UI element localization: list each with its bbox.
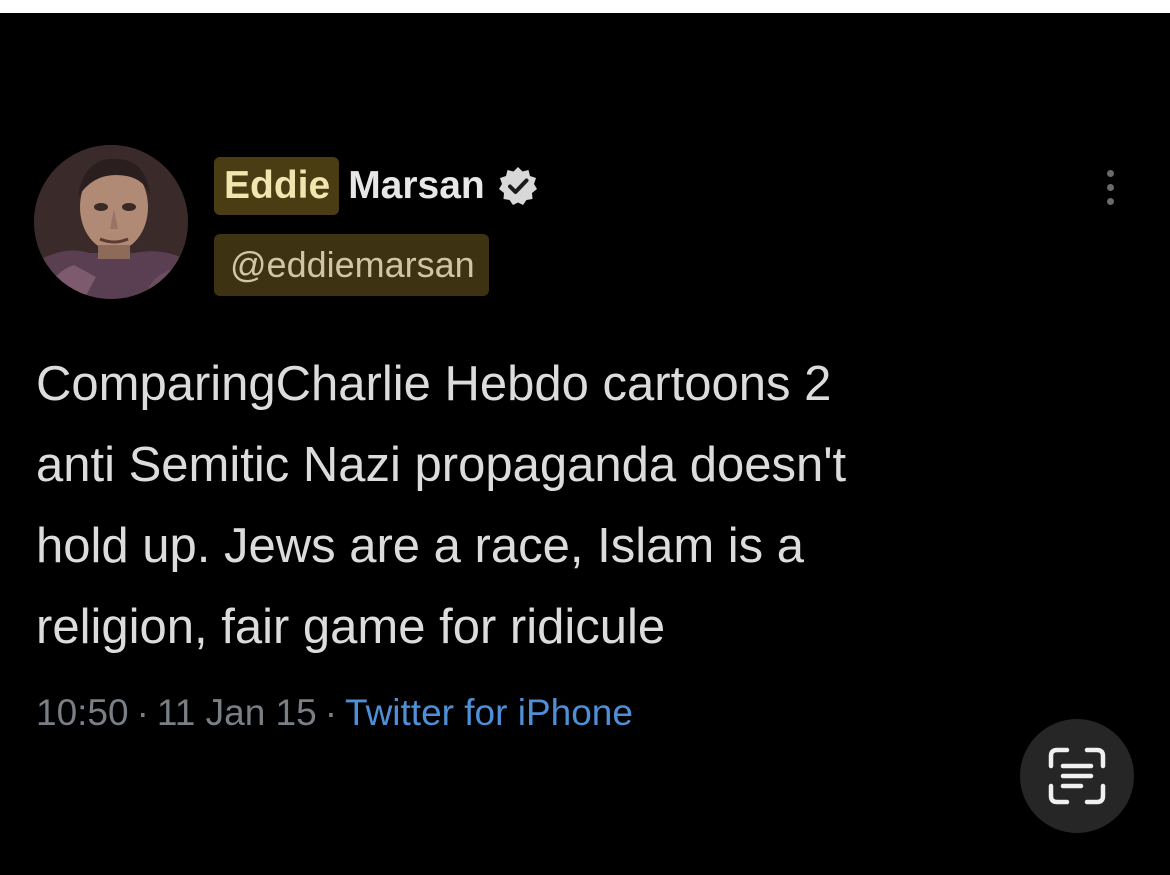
meta-separator: · — [324, 692, 338, 733]
author-handle[interactable]: @eddiemarsan — [214, 234, 489, 296]
text-scan-button[interactable] — [1020, 719, 1134, 833]
more-dot — [1106, 198, 1114, 205]
screenshot-page: Eddie Marsan @eddiemarsan ComparingCharl… — [0, 0, 1170, 875]
author-name-row[interactable]: Eddie Marsan — [214, 153, 539, 219]
avatar-photo — [34, 145, 188, 299]
author-first-name[interactable]: Eddie — [214, 157, 340, 215]
tweet-text: ComparingCharlie Hebdo cartoons 2 anti S… — [36, 357, 847, 654]
more-dot — [1106, 170, 1114, 177]
more-vertical-icon[interactable] — [1098, 170, 1122, 214]
author-last-name[interactable]: Marsan — [348, 157, 485, 215]
text-scan-icon — [1048, 747, 1106, 805]
avatar[interactable] — [34, 145, 188, 299]
tweet-time: 10:50 — [36, 692, 129, 733]
more-dot — [1106, 184, 1114, 191]
tweet-source-link[interactable]: Twitter for iPhone — [345, 692, 633, 733]
tweet-meta: 10:50 · 11 Jan 15 · Twitter for iPhone — [36, 688, 633, 738]
tweet-date: 11 Jan 15 — [156, 692, 317, 733]
verified-badge-icon — [497, 165, 539, 207]
meta-separator: · — [136, 692, 149, 733]
top-edge-strip — [0, 0, 1170, 13]
